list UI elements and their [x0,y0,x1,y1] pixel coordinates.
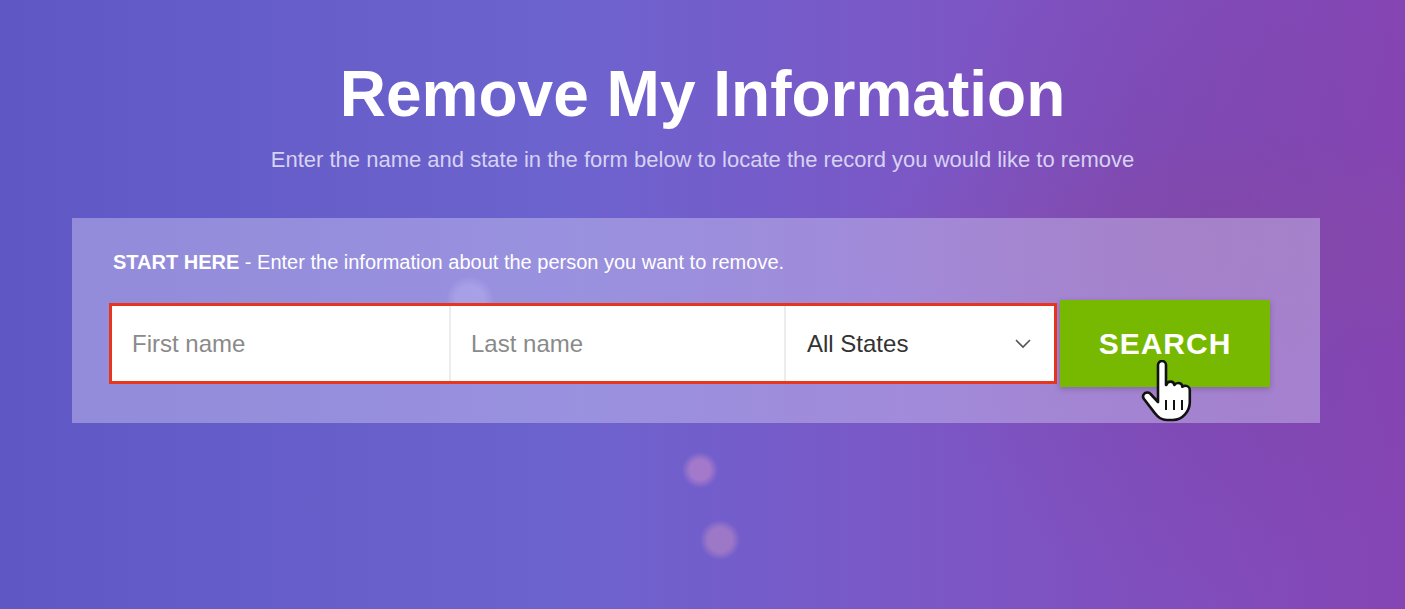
panel-lead: START HERE - Enter the information about… [113,249,1280,275]
search-button[interactable]: SEARCH [1060,300,1270,387]
search-row: All States SEARCH [113,300,1280,387]
lead-text: - Enter the information about the person… [239,251,784,273]
page-subtitle: Enter the name and state in the form bel… [0,146,1405,174]
state-select-value: All States [807,330,908,358]
state-select[interactable]: All States [784,306,1054,381]
name-input[interactable] [112,306,449,381]
search-fields: All States [109,303,1057,384]
search-button-wrap: SEARCH [1060,300,1270,387]
lead-bold: START HERE [113,251,239,273]
hand-cursor-icon [1140,360,1196,422]
search-panel: START HERE - Enter the information about… [72,218,1320,423]
chevron-down-icon [1014,339,1032,349]
page-title: Remove My Information [0,56,1405,133]
name-input[interactable] [449,306,784,381]
remove-info-page: Remove My Information Enter the name and … [0,0,1405,609]
